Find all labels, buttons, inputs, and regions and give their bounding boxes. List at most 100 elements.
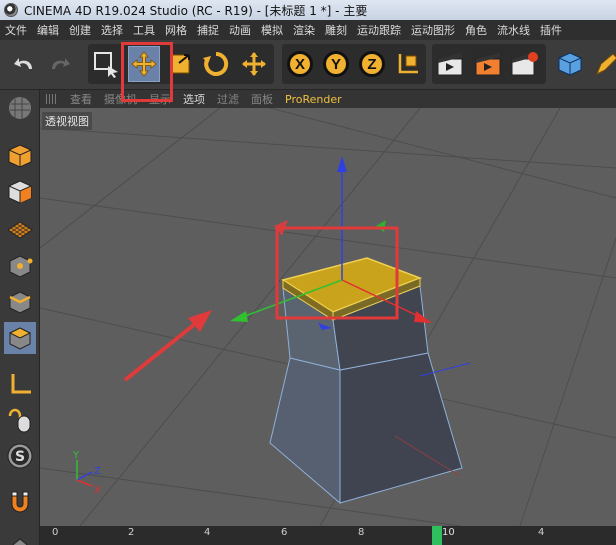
pen-icon bbox=[596, 53, 616, 76]
cinema4d-logo-icon bbox=[4, 3, 18, 17]
workplane-mode-button[interactable] bbox=[4, 212, 36, 244]
mesh-lower-left-face bbox=[269, 357, 341, 505]
magnet-icon bbox=[11, 491, 29, 513]
menu-render[interactable]: 渲染 bbox=[288, 22, 320, 38]
move-plus-icon bbox=[242, 52, 266, 76]
menu-animate[interactable]: 动画 bbox=[224, 22, 256, 38]
current-frame-label: 10 bbox=[442, 527, 455, 538]
point-mode-button[interactable] bbox=[4, 250, 36, 282]
timeline-playhead[interactable] bbox=[432, 526, 442, 545]
perspective-viewport[interactable]: Y Z X 透视视图 bbox=[40, 108, 616, 526]
mouse-tweak-icon bbox=[8, 408, 31, 433]
edge-mode-button[interactable] bbox=[4, 286, 36, 318]
undo-button[interactable] bbox=[8, 46, 40, 82]
menu-snap[interactable]: 捕捉 bbox=[192, 22, 224, 38]
menu-sculpt[interactable]: 雕刻 bbox=[320, 22, 352, 38]
rotate-icon bbox=[203, 51, 229, 76]
mesh-lower-right-face bbox=[339, 352, 463, 504]
mode-toolbar: S bbox=[0, 90, 40, 545]
annotation-arrow-line bbox=[123, 318, 202, 382]
z-axis-icon: Z bbox=[359, 51, 385, 77]
model-mode-button[interactable] bbox=[4, 140, 36, 172]
menu-character[interactable]: 角色 bbox=[460, 22, 492, 38]
snapping-button[interactable]: S bbox=[4, 440, 36, 472]
grid-floor-icon bbox=[12, 538, 28, 545]
y-axis-icon: Y bbox=[323, 51, 349, 77]
menu-create[interactable]: 创建 bbox=[64, 22, 96, 38]
world-axis-x-line bbox=[76, 479, 93, 487]
gizmo-plane-handle-green[interactable] bbox=[376, 220, 386, 232]
render-view-button[interactable] bbox=[434, 46, 466, 82]
menu-motion-tracker[interactable]: 运动跟踪 bbox=[352, 22, 406, 38]
polygon-mode-button[interactable] bbox=[4, 322, 36, 354]
coordinate-system-icon bbox=[398, 54, 418, 74]
snap-s-icon: S bbox=[7, 443, 33, 469]
title-bar: CINEMA 4D R19.024 Studio (RC - R19) - [未… bbox=[0, 0, 616, 20]
make-editable-button[interactable] bbox=[4, 92, 36, 124]
panel-grip-icon[interactable] bbox=[46, 94, 56, 104]
checker-sphere-icon bbox=[9, 97, 31, 119]
texture-mode-button[interactable] bbox=[4, 176, 36, 208]
live-selection-button[interactable] bbox=[90, 46, 122, 82]
rotate-tool-button[interactable] bbox=[200, 46, 232, 82]
timeline-tick: 4 bbox=[538, 527, 545, 538]
magnet-tool-button[interactable] bbox=[4, 486, 36, 518]
model-cube-icon bbox=[8, 144, 32, 168]
edge-cube-icon bbox=[9, 291, 31, 314]
cube-icon bbox=[558, 52, 582, 76]
viewport-menu-prorender[interactable]: ProRender bbox=[279, 93, 348, 106]
point-cube-icon bbox=[9, 255, 33, 278]
render-to-picture-viewer-button[interactable] bbox=[472, 46, 504, 82]
menu-simulate[interactable]: 模拟 bbox=[256, 22, 288, 38]
viewport-menu-options[interactable]: 选项 bbox=[177, 91, 211, 107]
selection-icon bbox=[94, 52, 118, 78]
menu-tools[interactable]: 工具 bbox=[128, 22, 160, 38]
viewport-name-label: 透视视图 bbox=[42, 112, 92, 130]
menu-mograph[interactable]: 运动图形 bbox=[406, 22, 460, 38]
x-axis-icon: X bbox=[287, 51, 313, 77]
texture-cube-icon bbox=[8, 180, 32, 204]
grid-floor-button[interactable] bbox=[4, 526, 36, 545]
z-axis-lock-button[interactable]: Z bbox=[356, 46, 388, 82]
main-toolbar: X Y Z bbox=[0, 40, 616, 90]
svg-text:S: S bbox=[15, 449, 25, 465]
x-axis-lock-button[interactable]: X bbox=[284, 46, 316, 82]
world-axis-y-label: Y bbox=[72, 450, 80, 461]
timeline-tick: 8 bbox=[358, 527, 365, 538]
viewport-menu-panel[interactable]: 面板 bbox=[245, 91, 279, 107]
menu-file[interactable]: 文件 bbox=[0, 22, 32, 38]
workplane-grid-icon bbox=[7, 221, 33, 239]
menu-pipeline[interactable]: 流水线 bbox=[492, 22, 535, 38]
axis-corner-icon bbox=[11, 374, 31, 394]
timeline-ruler[interactable]: 0 2 4 6 8 10 4 bbox=[40, 526, 616, 545]
gizmo-y-arrow-icon[interactable] bbox=[337, 156, 347, 172]
timeline-tick: 4 bbox=[204, 527, 211, 538]
undo-icon bbox=[14, 58, 32, 69]
menu-edit[interactable]: 编辑 bbox=[32, 22, 64, 38]
menu-plugins[interactable]: 插件 bbox=[535, 22, 567, 38]
clapperboard-icon bbox=[437, 53, 463, 76]
menu-mesh[interactable]: 网格 bbox=[160, 22, 192, 38]
redo-button[interactable] bbox=[44, 46, 76, 82]
timeline-tick: 6 bbox=[281, 527, 288, 538]
coordinate-system-button[interactable] bbox=[392, 46, 424, 82]
tweak-mode-button[interactable] bbox=[4, 404, 36, 436]
render-settings-button[interactable] bbox=[508, 46, 540, 82]
viewport-menu-filter[interactable]: 过滤 bbox=[211, 91, 245, 107]
menu-bar: 文件 编辑 创建 选择 工具 网格 捕捉 动画 模拟 渲染 雕刻 运动跟踪 运动… bbox=[0, 20, 616, 40]
world-axis-x-label: X bbox=[94, 485, 101, 496]
timeline-tick: 0 bbox=[52, 527, 59, 538]
enable-axis-button[interactable] bbox=[4, 368, 36, 400]
viewport-menu-view[interactable]: 查看 bbox=[64, 91, 98, 107]
cube-primitive-button[interactable] bbox=[554, 46, 586, 82]
annotation-move-tool-box bbox=[121, 42, 173, 102]
pen-tool-button[interactable] bbox=[590, 46, 616, 82]
scene-canvas[interactable]: Y Z X bbox=[40, 108, 616, 526]
window-title: CINEMA 4D R19.024 Studio (RC - R19) - [未… bbox=[24, 3, 368, 18]
render-settings-icon bbox=[511, 52, 538, 76]
menu-select[interactable]: 选择 bbox=[96, 22, 128, 38]
gizmo-z-arrow-icon[interactable] bbox=[230, 311, 248, 322]
recent-tool-button[interactable] bbox=[238, 46, 270, 82]
y-axis-lock-button[interactable]: Y bbox=[320, 46, 352, 82]
timeline-tick: 2 bbox=[128, 527, 135, 538]
